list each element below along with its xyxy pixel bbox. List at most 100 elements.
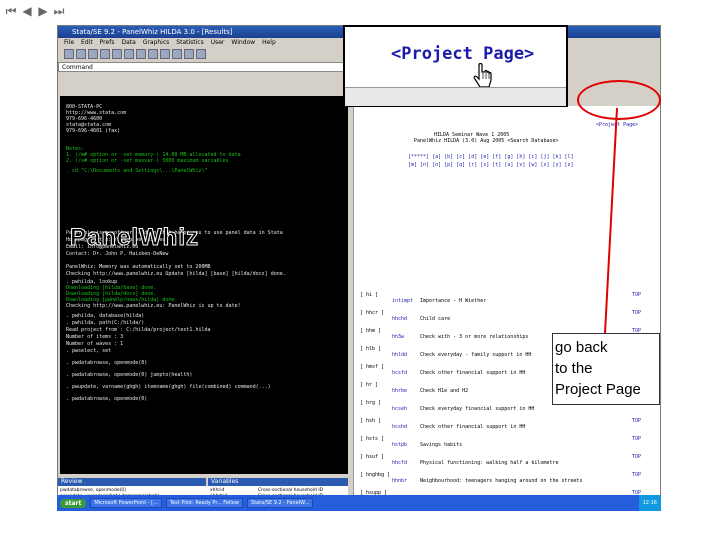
section-variable[interactable]: hhldd <box>392 352 407 358</box>
menu-item[interactable]: Data <box>121 38 135 48</box>
project-page-link-zoomed[interactable]: <Project Page> <box>391 44 534 64</box>
start-button[interactable]: start <box>60 498 87 508</box>
top-link[interactable]: TOP <box>632 310 641 316</box>
results-window: 800-STATA-PC http://www.stata.com 979-696-… <box>60 96 348 474</box>
results-icon[interactable] <box>124 49 134 59</box>
section-variable[interactable]: intimpt <box>392 298 413 304</box>
section-tag[interactable]: [ hi ] <box>360 292 378 298</box>
slide-navigation: ⏮ ◀ ▶ ⏭ <box>4 4 66 22</box>
section-tag[interactable]: [ hhm ] <box>360 328 381 334</box>
menu-item[interactable]: User <box>211 38 225 48</box>
browser-icon[interactable] <box>172 49 182 59</box>
instruction-note: go back to the Project Page <box>552 333 660 405</box>
open-icon[interactable] <box>64 49 74 59</box>
section-description: Neighbourhood: teenagers hanging around … <box>420 478 583 484</box>
letter-index-row[interactable]: [*****] [a] [b] [c] [d] [e] [f] [g] [h] … <box>408 154 574 160</box>
system-clock: 12:16 <box>638 495 661 511</box>
previous-slide-icon[interactable]: ◀ <box>20 4 34 18</box>
taskbar-item-stata[interactable]: Stata/SE 9.2 - PanelW... <box>246 498 314 508</box>
menu-item[interactable]: Window <box>231 38 255 48</box>
break-icon[interactable] <box>196 49 206 59</box>
variables-pane-header: Variables <box>208 478 348 486</box>
section-tag[interactable]: [ hmsf ] <box>360 364 384 370</box>
project-page-link[interactable]: <Project Page> <box>596 122 638 128</box>
console-line: . pwupdate, varname(ghgh) itemname(ghgh)… <box>66 384 271 390</box>
section-variable[interactable]: hhnbr <box>392 478 407 484</box>
section-description: Check everyday financial support in HH <box>420 406 535 412</box>
letter-index-row[interactable]: [m] [n] [o] [p] [q] [r] [s] [t] [u] [v] … <box>408 162 574 168</box>
section-variable[interactable]: hcshd <box>392 424 407 430</box>
viewer-window: <Project Page> PanelWhiz HILDA (3.0) Aug … <box>353 106 660 510</box>
editor-icon[interactable] <box>160 49 170 59</box>
menu-item[interactable]: Help <box>262 38 276 48</box>
section-description: Physical functioning: walking half a kil… <box>420 460 559 466</box>
section-variable[interactable]: hhcfd <box>392 460 407 466</box>
section-variable[interactable]: hh3w <box>392 334 404 340</box>
dofile-icon[interactable] <box>148 49 158 59</box>
first-slide-icon[interactable]: ⏮ <box>4 4 18 18</box>
panelwhiz-logo: PanelWhiz <box>69 224 200 252</box>
print-icon[interactable] <box>88 49 98 59</box>
windows-taskbar: start Microsoft PowerPoint - [... Test P… <box>57 495 661 511</box>
section-tag[interactable]: [ hr ] <box>360 382 378 388</box>
top-link[interactable]: TOP <box>632 472 641 478</box>
section-tag[interactable]: [ hsh ] <box>360 418 381 424</box>
menu-item[interactable]: Edit <box>81 38 93 48</box>
section-description: Savings habits <box>420 442 463 448</box>
section-variable[interactable]: hstpb <box>392 442 407 448</box>
section-variable[interactable]: hcsfd <box>392 370 407 376</box>
review-pane-header: Review <box>58 478 206 486</box>
section-description: Check with - 3 or more relationships <box>420 334 529 340</box>
console-line: 979-696-4601 (fax) <box>66 128 121 134</box>
top-link[interactable]: TOP <box>632 292 641 298</box>
console-line: Checking http://www.panelwhiz.eu: PanelW… <box>66 303 241 309</box>
section-description: Check everyday - family support in HH <box>420 352 532 358</box>
zoom-callout: <Project Page> <box>343 25 568 107</box>
save-icon[interactable] <box>76 49 86 59</box>
section-tag[interactable]: [ hsts ] <box>360 436 384 442</box>
section-tag[interactable]: [ hsuf ] <box>360 454 384 460</box>
log-icon[interactable] <box>100 49 110 59</box>
next-slide-icon[interactable]: ▶ <box>36 4 50 18</box>
note-line-1: go back <box>555 339 608 356</box>
top-link[interactable]: TOP <box>632 436 641 442</box>
section-variable[interactable]: hhrbe <box>392 388 407 394</box>
menu-item[interactable]: Statistics <box>176 38 203 48</box>
taskbar-item-testpilot[interactable]: Test Pilot: Ready Pr... Fellow <box>165 498 243 508</box>
viewer-subheader: HILDA Seminar Wave 1 2005 <box>434 132 510 138</box>
console-line: . pwhilda, database(hilda) <box>66 313 145 319</box>
section-variable[interactable]: hcseh <box>392 406 407 412</box>
highlight-oval <box>577 80 661 120</box>
console-line: . pwselect, set <box>66 348 112 354</box>
variable-label: Cross-sectional household ID <box>258 488 324 493</box>
top-link[interactable]: TOP <box>632 454 641 460</box>
console-line: . pwdatabrowse, openmode(0) <box>66 396 148 402</box>
section-description: Check other financial support in HH <box>420 424 526 430</box>
section-tag[interactable]: [ hlb ] <box>360 346 381 352</box>
section-tag[interactable]: [ hhcr ] <box>360 310 384 316</box>
note-line-3: Project Page <box>555 381 641 398</box>
console-line: 2. (/v# option or -set maxvar-) 5000 max… <box>66 158 229 164</box>
note-line-2: to the <box>555 360 593 377</box>
section-description: Child care <box>420 316 451 322</box>
section-tag[interactable]: [ hnghbg ] <box>360 472 390 478</box>
viewer-icon[interactable] <box>112 49 122 59</box>
menu-item[interactable]: Prefs <box>100 38 115 48</box>
zoom-callout-strip <box>345 87 566 106</box>
variable-name[interactable]: xhhrid <box>210 488 224 493</box>
console-line: PanelWhiz: Memory was automatically set … <box>66 264 211 270</box>
section-tag[interactable]: [ hrg ] <box>360 400 381 406</box>
command-window[interactable]: Command <box>58 62 348 72</box>
menu-item[interactable]: File <box>64 38 74 48</box>
clear-more-icon[interactable] <box>184 49 194 59</box>
menu-item[interactable]: Graphics <box>143 38 170 48</box>
section-description: Check other financial support in HH <box>420 370 526 376</box>
console-line: Number of items : 3 <box>66 334 124 340</box>
last-slide-icon[interactable]: ⏭ <box>52 4 66 18</box>
console-line: . pwdatabrowse, openmode(0) <box>66 360 148 366</box>
graph-icon[interactable] <box>136 49 146 59</box>
top-link[interactable]: TOP <box>632 418 641 424</box>
review-item[interactable]: pwdatabrowse, openmode(0) <box>60 488 126 493</box>
taskbar-item-powerpoint[interactable]: Microsoft PowerPoint - [... <box>90 498 162 508</box>
section-variable[interactable]: hhchd <box>392 316 407 322</box>
